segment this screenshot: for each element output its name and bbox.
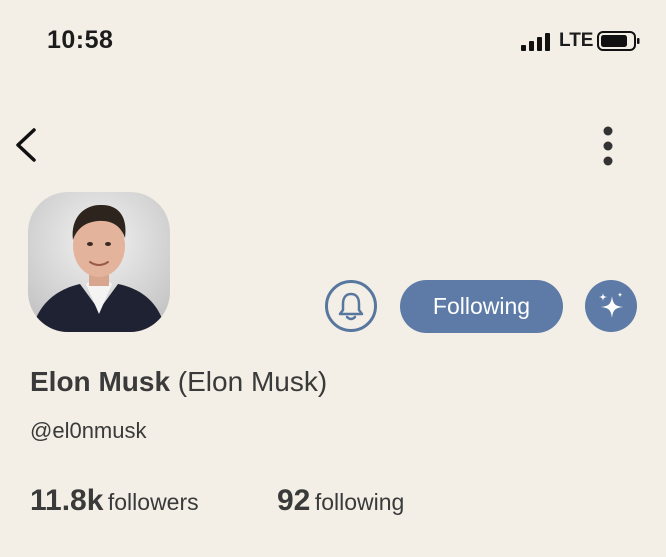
real-name: (Elon Musk) [177, 366, 328, 397]
chevron-left-icon [16, 128, 36, 162]
network-type: LTE [559, 30, 594, 51]
profile-handle: @el0nmusk [30, 418, 147, 443]
sparkle-button[interactable] [585, 280, 637, 332]
more-vertical-icon [603, 126, 613, 166]
back-button[interactable] [12, 124, 48, 166]
signal-icon [521, 33, 550, 51]
followers-count: 11.8k [30, 484, 104, 517]
notifications-button[interactable] [325, 280, 377, 332]
following-count: 92 [277, 484, 311, 517]
status-bar: 10:58 LTE [0, 0, 666, 80]
battery-icon [597, 31, 640, 51]
avatar[interactable] [28, 192, 170, 332]
sparkle-icon [599, 292, 623, 318]
following-button[interactable]: Following [400, 280, 563, 333]
followers-stat[interactable]: 11.8k followers [30, 484, 199, 518]
status-time: 10:58 [47, 26, 114, 54]
profile-name-row: Elon Musk (Elon Musk) [30, 366, 327, 398]
followers-label: followers [107, 489, 199, 515]
following-stat[interactable]: 92 following [277, 484, 404, 518]
display-name: Elon Musk [30, 366, 171, 397]
profile-photo [28, 192, 170, 332]
more-options-button[interactable] [592, 124, 624, 168]
bell-icon [338, 292, 364, 321]
following-label: following [314, 489, 405, 515]
